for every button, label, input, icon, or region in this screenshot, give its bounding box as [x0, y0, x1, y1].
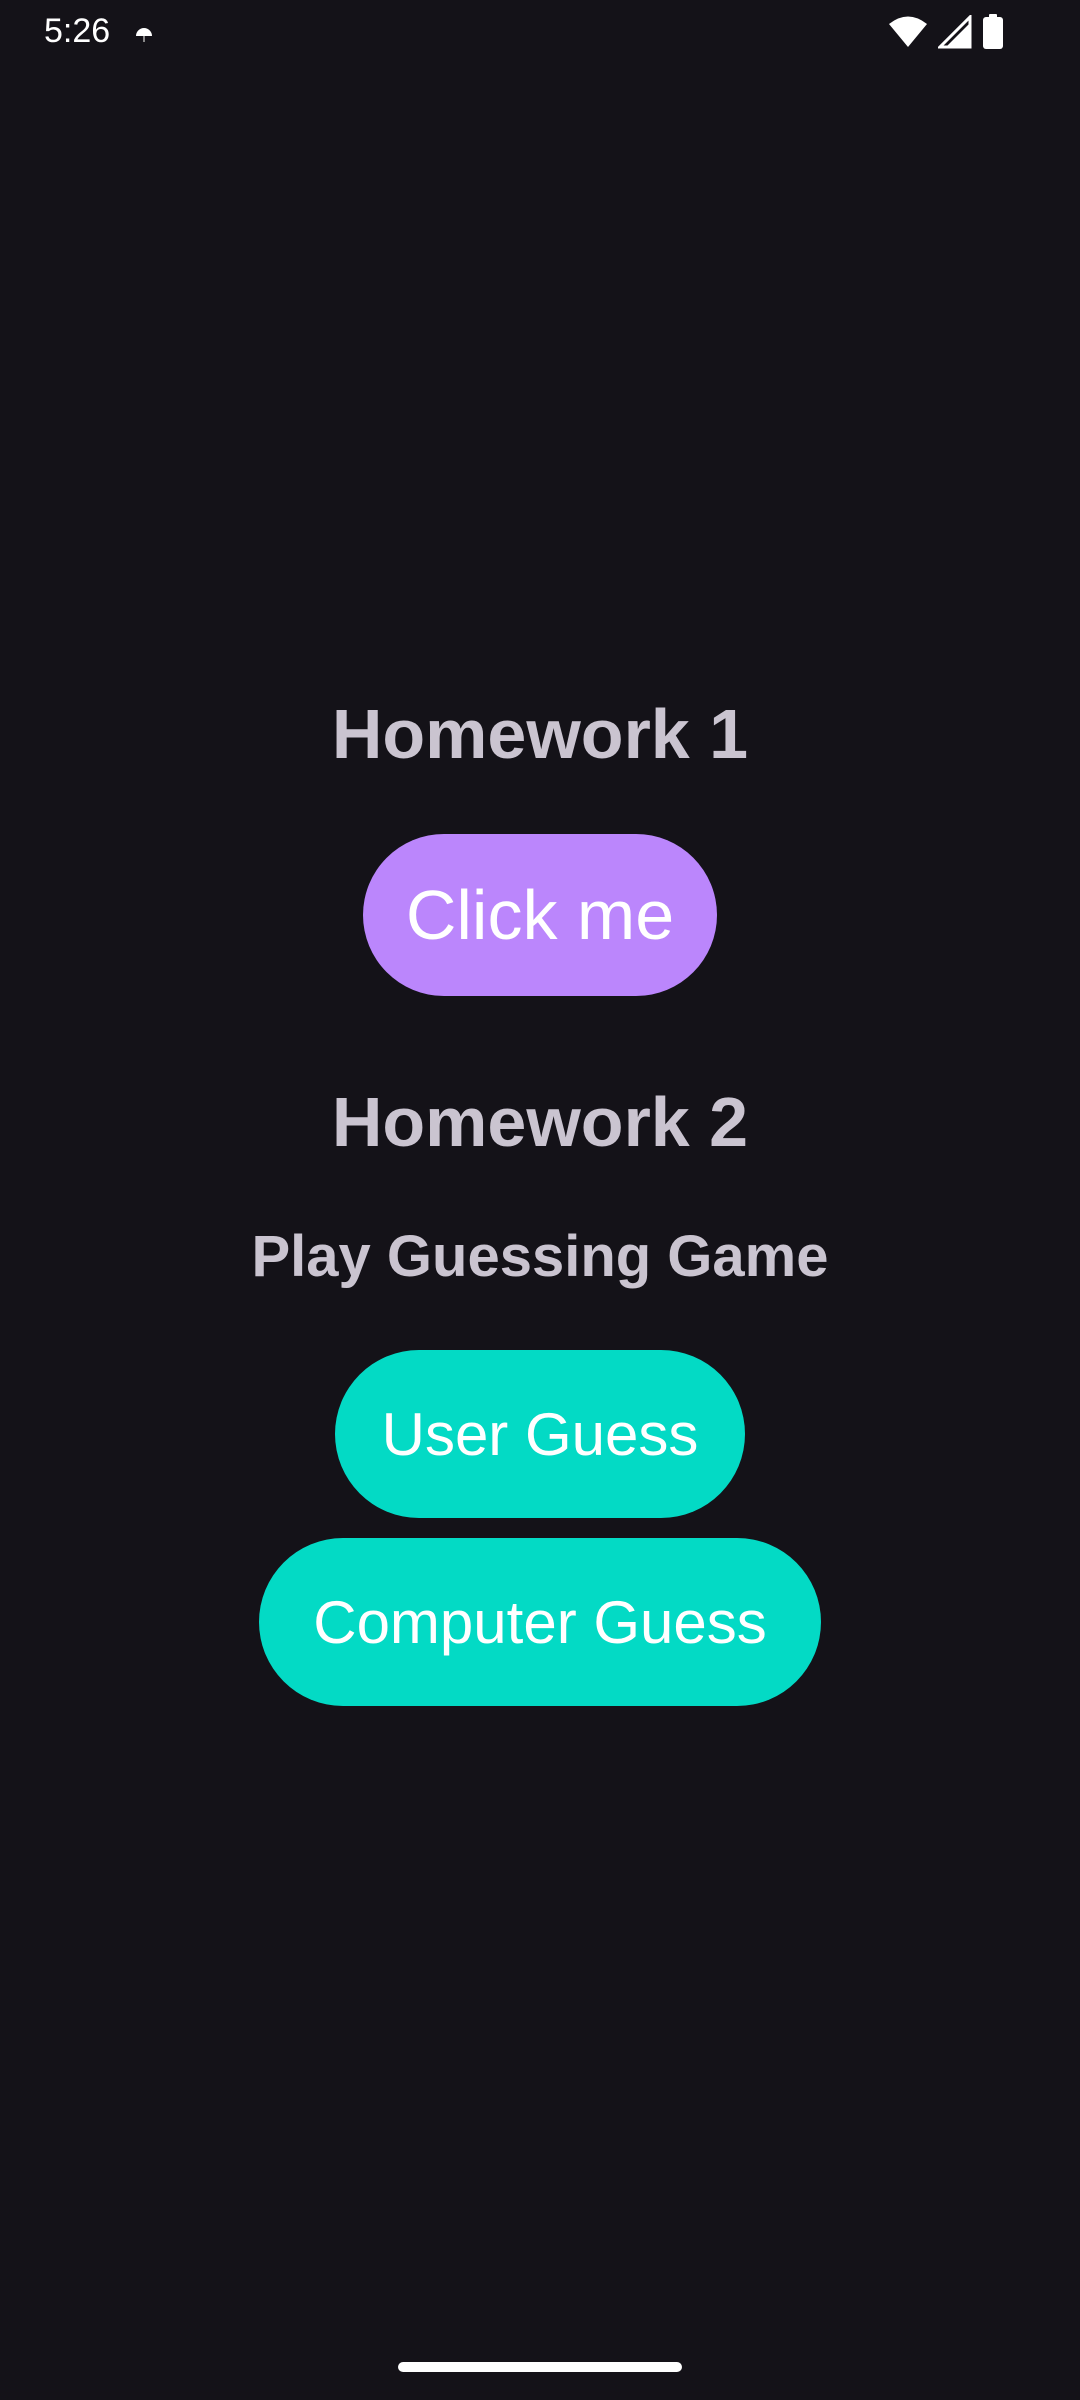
click-me-button[interactable]: Click me: [363, 834, 717, 996]
computer-guess-button[interactable]: Computer Guess: [259, 1538, 821, 1706]
gesture-nav-handle[interactable]: [398, 2362, 682, 2372]
signal-icon: [938, 15, 972, 49]
homework-1-title: Homework 1: [331, 695, 749, 773]
status-time: 5:26: [44, 12, 111, 50]
wifi-icon: [888, 15, 928, 49]
app-screen: 5:26 Homework 1 Click me Homework 2 Play…: [0, 0, 1080, 2400]
battery-icon: [982, 14, 1004, 50]
guessing-game-subtitle: Play Guessing Game: [251, 1224, 829, 1289]
homework-2-title: Homework 2: [331, 1083, 749, 1161]
status-bar: 5:26: [0, 0, 1080, 64]
status-icons: [888, 12, 1004, 52]
user-guess-button[interactable]: User Guess: [335, 1350, 745, 1518]
notification-icon: [134, 24, 154, 44]
